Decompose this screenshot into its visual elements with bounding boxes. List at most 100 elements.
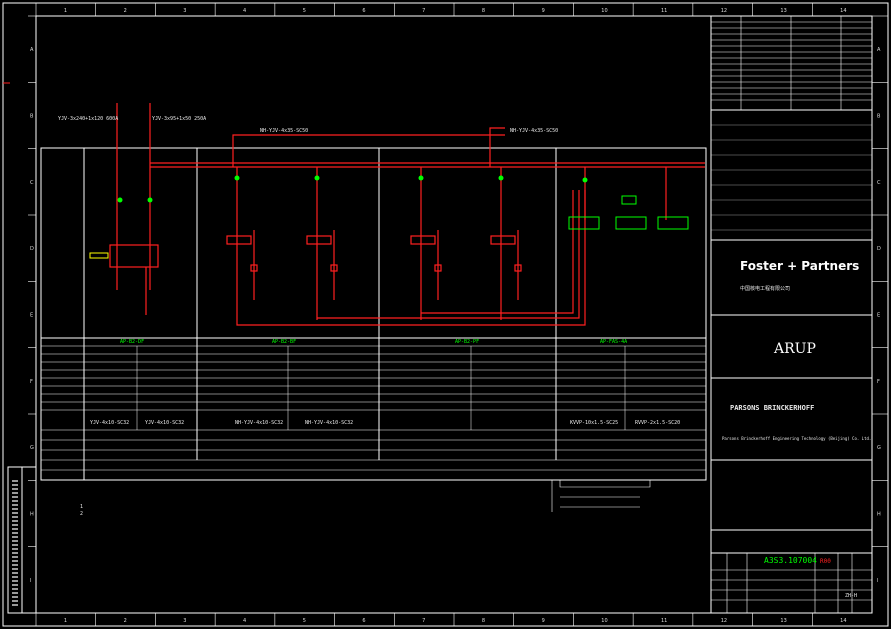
- strip-mark: [12, 488, 18, 490]
- panel-id-1: AP-B2-DF: [120, 339, 144, 345]
- col-label: 9: [542, 618, 545, 624]
- breaker-icon: [117, 197, 123, 203]
- firm-arup: ARUP: [773, 341, 816, 357]
- col-label: 4: [243, 8, 246, 14]
- col-label: 13: [780, 618, 786, 624]
- left-notes-strip: [7, 466, 37, 614]
- contactor-coil: [226, 235, 252, 245]
- strip-mark: [12, 604, 18, 606]
- strip-mark: [12, 596, 18, 598]
- control-return: [317, 190, 580, 319]
- firm-parsons: PARSONS BRINCKERHOFF: [730, 404, 814, 412]
- col-label: 5: [303, 618, 306, 624]
- tap-cable-label: YJV-3x95+1x50 250A: [152, 116, 206, 122]
- strip-mark: [12, 572, 18, 574]
- strip-mark: [12, 512, 18, 514]
- outgoing-cable-2: YJV-4x10-SC32: [145, 420, 184, 426]
- outgoing-cable-3: NH-YJV-4x10-SC32: [235, 420, 283, 426]
- strip-mark: [12, 524, 18, 526]
- schematic-area: [40, 147, 707, 481]
- strip-mark: [12, 520, 18, 522]
- col-label: 10: [601, 8, 607, 14]
- col-label: 4: [243, 618, 246, 624]
- strip-mark: [12, 508, 18, 510]
- strip-mark: [12, 496, 18, 498]
- strip-mark: [12, 548, 18, 550]
- col-label: 1: [64, 8, 67, 14]
- contactor-coil: [490, 235, 516, 245]
- col-label: 6: [362, 8, 365, 14]
- outgoing-cable-6: RVVP-2x1.5-SC20: [635, 420, 680, 426]
- note-2: 2: [80, 511, 83, 517]
- strip-mark: [12, 492, 18, 494]
- control-return: [421, 190, 574, 314]
- row-label: C: [30, 180, 34, 186]
- strip-mark: [12, 600, 18, 602]
- col-label: 13: [780, 8, 786, 14]
- row-label: I: [877, 578, 878, 584]
- strip-mark: [12, 540, 18, 542]
- col-label: 1: [64, 618, 67, 624]
- panel-id-3: AP-B2-PF: [455, 339, 479, 345]
- col-label: 3: [183, 8, 186, 14]
- firm-foster-partners: Foster + Partners: [740, 259, 859, 273]
- col-label: 10: [601, 618, 607, 624]
- col-label: 9: [542, 8, 545, 14]
- drawing-number: A3S3.107004: [764, 556, 817, 565]
- meter-icon: [89, 252, 109, 259]
- col-label: 8: [482, 618, 485, 624]
- fire-bus-label-1: NH-YJV-4x35-SC50: [260, 128, 308, 134]
- col-label: 12: [721, 8, 727, 14]
- breaker-icon: [418, 175, 424, 181]
- row-label: A: [877, 47, 881, 53]
- strip-mark: [12, 584, 18, 586]
- row-label: G: [877, 445, 881, 451]
- panel-id-4: AP-FAS-4A: [600, 339, 627, 345]
- row-label: I: [30, 578, 31, 584]
- row-label: G: [30, 445, 34, 451]
- sheet-flag: ZH-H: [845, 593, 857, 599]
- strip-mark: [12, 588, 18, 590]
- strip-mark: [12, 560, 18, 562]
- strip-mark: [12, 528, 18, 530]
- col-label: 6: [362, 618, 365, 624]
- col-label: 7: [422, 8, 425, 14]
- strip-mark: [12, 484, 18, 486]
- panel-id-2: AP-B2-BF: [272, 339, 296, 345]
- fas-indicator: [621, 195, 637, 205]
- control-leadout: [551, 480, 651, 512]
- col-label: 11: [661, 618, 667, 624]
- strip-mark: [12, 564, 18, 566]
- strip-mark: [12, 580, 18, 582]
- main-cable-label: YJV-3x240+1x120 600A: [58, 116, 118, 122]
- firm-foster-sub: 中国核电工程有限公司: [740, 285, 790, 292]
- strip-mark: [12, 556, 18, 558]
- breaker-icon: [498, 175, 504, 181]
- col-label: 14: [840, 8, 846, 14]
- col-label: 8: [482, 8, 485, 14]
- contactor-coil: [410, 235, 436, 245]
- strip-mark: [12, 552, 18, 554]
- contactor-coil: [306, 235, 332, 245]
- row-label: B: [30, 114, 34, 120]
- strip-mark: [12, 568, 18, 570]
- col-label: 14: [840, 618, 846, 624]
- row-label: F: [877, 379, 880, 385]
- strip-mark: [12, 532, 18, 534]
- breaker-icon: [582, 177, 588, 183]
- row-grid: A A B B C C D D E E F F G G H H I I: [28, 15, 888, 584]
- col-label: 2: [124, 8, 127, 14]
- breakers: [89, 175, 689, 259]
- breaker-icon: [234, 175, 240, 181]
- col-label: 12: [721, 618, 727, 624]
- fas-module: [615, 216, 647, 230]
- fire-bus: [232, 134, 505, 167]
- fire-bus-label-2: NH-YJV-4x35-SC50: [510, 128, 558, 134]
- strip-mark: [12, 536, 18, 538]
- strip-mark: [12, 500, 18, 502]
- row-label: F: [30, 379, 33, 385]
- col-label: 7: [422, 618, 425, 624]
- breaker-icon: [314, 175, 320, 181]
- row-label: H: [877, 512, 881, 518]
- strip-mark: [12, 480, 18, 482]
